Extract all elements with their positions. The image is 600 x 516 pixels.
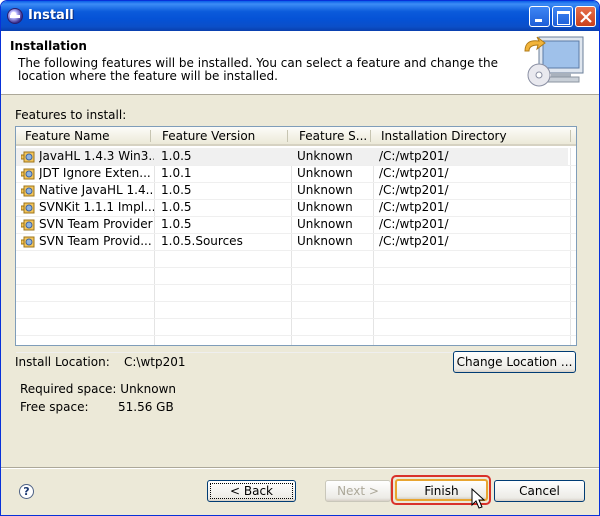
close-icon	[580, 11, 592, 23]
title-bar[interactable]: Install	[1, 1, 599, 31]
table-cell: /C:/wtp201/	[379, 166, 449, 180]
table-row[interactable]: SVNKit 1.1.1 Impl... 1.0.5 Unknown/C:/wtp2…	[16, 199, 568, 216]
table-cell: 1.0.1	[161, 166, 192, 180]
column-header-feature-version[interactable]: Feature Version	[153, 127, 289, 146]
close-button[interactable]	[575, 6, 596, 27]
row-gridline	[16, 318, 576, 319]
feature-plugin-icon	[21, 185, 35, 197]
row-gridline	[16, 301, 576, 302]
install-wizard-icon	[524, 36, 584, 87]
header-banner: Installation The following features will…	[1, 31, 599, 95]
footer-separator	[1, 467, 599, 469]
table-cell: Unknown	[297, 200, 353, 214]
banner-description: The following features will be installed…	[18, 56, 498, 83]
row-gridline	[16, 335, 576, 336]
feature-plugin-icon	[21, 151, 35, 163]
row-gridline	[16, 267, 576, 268]
eclipse-icon	[7, 8, 23, 24]
back-button[interactable]: < Back	[207, 480, 296, 502]
column-header-installation-directory[interactable]: Installation Directory	[372, 127, 572, 146]
table-cell: /C:/wtp201/	[379, 149, 449, 163]
feature-plugin-icon	[21, 168, 35, 180]
table-cell: /C:/wtp201/	[379, 217, 449, 231]
change-location-button[interactable]: Change Location ...	[453, 351, 576, 373]
table-cell: /C:/wtp201/	[379, 183, 449, 197]
required-space: Required space: Unknown	[20, 382, 176, 396]
install-location-label: Install Location:	[15, 355, 110, 369]
install-dialog: Install Installation The following featu…	[0, 0, 600, 516]
feature-plugin-icon	[21, 202, 35, 214]
banner-title: Installation	[10, 39, 87, 53]
table-row[interactable]: SVN Team Provid... 1.0.5.Sources Unknown/C…	[16, 233, 568, 250]
table-cell: SVN Team Provider	[39, 217, 153, 231]
column-header-feature-name[interactable]: Feature Name	[16, 127, 152, 146]
table-row[interactable]: SVN Team Provider 1.0.5 Unknown/C:/wtp201/	[16, 216, 568, 233]
table-cell: 1.0.5.Sources	[161, 234, 243, 248]
table-cell: Unknown	[297, 149, 353, 163]
free-space-label: Free space:	[20, 400, 89, 414]
install-location-value: C:\wtp201	[124, 355, 186, 369]
table-row[interactable]: JavaHL 1.4.3 Win3... 1.0.5 Unknown/C:/wtp2…	[16, 148, 568, 165]
table-cell: JavaHL 1.4.3 Win3...	[39, 149, 154, 163]
feature-plugin-icon	[21, 219, 35, 231]
feature-plugin-icon	[21, 236, 35, 248]
table-row[interactable]: Native JavaHL 1.4... 1.0.5 Unknown/C:/wtp2…	[16, 182, 568, 199]
table-cell: Native JavaHL 1.4...	[39, 183, 154, 197]
window-title: Install	[28, 8, 74, 23]
table-cell: Unknown	[297, 234, 353, 248]
cancel-button[interactable]: Cancel	[494, 480, 585, 502]
table-cell: /C:/wtp201/	[379, 200, 449, 214]
minimize-button[interactable]	[529, 6, 550, 27]
table-header: Feature Name Feature Version Feature S..…	[16, 127, 576, 146]
table-cell: 1.0.5	[161, 217, 192, 231]
help-icon[interactable]: ?	[19, 484, 34, 499]
table-cell: /C:/wtp201/	[379, 234, 449, 248]
table-cell: 1.0.5	[161, 183, 192, 197]
next-button[interactable]: Next >	[325, 480, 391, 502]
table-row[interactable]: JDT Ignore Exten... 1.0.1 Unknown/C:/wtp20…	[16, 165, 568, 182]
table-cell: SVN Team Provid...	[39, 234, 152, 248]
features-table[interactable]: Feature Name Feature Version Feature S..…	[15, 126, 577, 353]
table-cell: Unknown	[297, 183, 353, 197]
free-space-value: 51.56 GB	[118, 400, 174, 414]
table-cell: Unknown	[297, 166, 353, 180]
back-button-label: < Back	[210, 483, 293, 499]
row-gridline	[16, 250, 576, 251]
table-cell: Unknown	[297, 217, 353, 231]
table-cell: JDT Ignore Exten...	[39, 166, 151, 180]
table-cell: 1.0.5	[161, 200, 192, 214]
maximize-button[interactable]	[552, 6, 573, 27]
table-cell: 1.0.5	[161, 149, 192, 163]
features-label: Features to install:	[15, 108, 127, 122]
column-header-feature-status[interactable]: Feature S...	[290, 127, 372, 146]
table-cell: SVNKit 1.1.1 Impl...	[39, 200, 154, 214]
row-gridline	[16, 284, 576, 285]
mouse-cursor-icon	[471, 488, 485, 509]
